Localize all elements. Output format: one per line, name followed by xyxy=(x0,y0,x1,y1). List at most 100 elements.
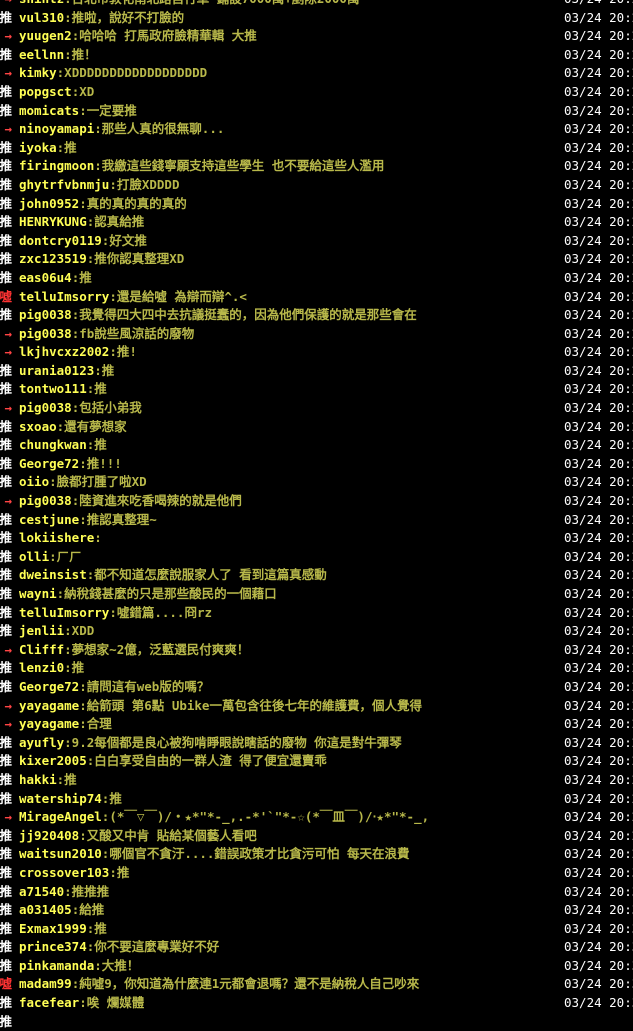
comment-username: pig0038 xyxy=(19,493,72,509)
comment-username: vul310 xyxy=(19,9,65,25)
comment-text: :臉都打腫了啦XD xyxy=(49,474,147,490)
comment-line: jenlii:XDD xyxy=(19,622,94,641)
comment-username: kixer2005 xyxy=(19,753,87,769)
comment-text: :推!!! xyxy=(79,455,122,471)
comment-timestamp: 03/24 20:2 xyxy=(564,381,633,397)
comment-timestamp: 03/24 20:2 xyxy=(564,307,633,323)
comment-timestamp: 03/24 20:2 xyxy=(564,139,633,155)
comment-line: Exmax1999:推 xyxy=(19,920,107,939)
comment-text: :ㄏㄏ xyxy=(49,548,82,564)
comment-timestamp: 03/24 20:2 xyxy=(564,846,633,862)
comment-timestamp: 03/24 20:2 xyxy=(564,121,633,137)
comment-timestamp: 03/24 20:2 xyxy=(564,195,633,211)
comment-timestamp: 03/24 20:3 xyxy=(564,995,633,1011)
comment-timestamp: 03/24 20:3 xyxy=(564,957,633,973)
comment-line: tontwo111:推 xyxy=(19,380,107,399)
comment-line: yayagame:給箭頭 第6點 Ubike一萬包含往後七年的維護費，個人覺得 xyxy=(19,697,422,716)
comment-line: George72:推!!! xyxy=(19,455,122,474)
comment-row: 推 a71540:推推推 03/24 20:3 xyxy=(0,883,633,902)
comment-text: :給推 xyxy=(71,902,105,918)
comment-line: lenzi0:推 xyxy=(19,659,84,678)
comment-line: a031405:給推 xyxy=(19,901,104,920)
arrow-tag: → xyxy=(4,697,12,713)
comment-username: dweinsist xyxy=(19,567,87,583)
comment-row: 推 olli:ㄏㄏ 03/24 20:2 xyxy=(0,548,633,567)
comment-username: wayni xyxy=(19,586,57,601)
arrow-tag: → xyxy=(4,325,12,341)
comment-timestamp: 03/24 20:2 xyxy=(564,325,633,341)
comment-row: 推 pig0038:我覺得四大四中去抗議挺蠢的，因為他們保護的就是那些會在 03/2… xyxy=(0,306,633,325)
comment-row: 推 prince374:你不要這麼專業好不好 03/24 20:3 xyxy=(0,938,633,957)
push-tag: 推 xyxy=(0,827,12,843)
comment-username: zxc123519 xyxy=(19,251,87,267)
arrow-tag: → xyxy=(4,400,12,416)
comment-text: :夢想家~2億，泛藍選民付爽爽！ xyxy=(64,641,250,657)
comment-username: popgsct xyxy=(19,83,72,99)
comment-text: :推 xyxy=(94,362,115,378)
comment-text: :還是給噓 為辯而辯^.< xyxy=(109,288,247,304)
push-tag: 推 xyxy=(0,102,12,118)
comment-timestamp: 03/24 20:3 xyxy=(564,976,633,992)
boo-tag: 噓 xyxy=(0,288,12,304)
comment-text: :推 xyxy=(56,139,77,155)
comment-timestamp: 03/24 20:2 xyxy=(564,641,633,657)
comment-username: madam99 xyxy=(19,976,72,992)
comment-text: :請問這有web版的嗎？ xyxy=(79,678,210,694)
comment-line: momicats:一定要推 xyxy=(19,102,137,121)
comment-text: :陸資進來吃香喝辣的就是他們 xyxy=(71,493,242,509)
comment-line: shintz:台北市敦化南北路自行車 鋪設7000萬+剷除2000萬 xyxy=(19,0,359,9)
comment-timestamp: 03/24 20:2 xyxy=(564,716,633,732)
comment-line: telluImsorry:噓錯篇....冏rz xyxy=(19,604,212,623)
comment-text: :推 xyxy=(109,864,130,880)
comment-timestamp: 03/24 20:2 xyxy=(564,65,633,81)
arrow-tag: → xyxy=(4,65,12,81)
comment-line: vul310:推啦，說好不打臉的 xyxy=(19,9,184,28)
comment-row: 推 pinkamanda:大推！ 03/24 20:3 xyxy=(0,957,633,976)
comment-row: → pig0038:fb說些風涼話的廢物 03/24 20:2 xyxy=(0,325,633,344)
push-tag: 推 xyxy=(0,846,12,862)
push-tag: 推 xyxy=(0,678,12,694)
comment-username: pig0038 xyxy=(19,307,72,323)
comment-line: prince374:你不要這麼專業好不好 xyxy=(19,938,219,957)
push-tag: 推 xyxy=(0,139,12,155)
comment-row: 噓 telluImsorry:還是給噓 為辯而辯^.< 03/24 20:2 xyxy=(0,288,633,307)
comment-line: waitsun2010:哪個官不貪汙....錯誤政策才比貪污可怕 每天在浪費 xyxy=(19,845,409,864)
push-tag: 推 xyxy=(0,269,12,285)
comment-timestamp: 03/24 20:2 xyxy=(564,455,633,471)
comment-username: hakki xyxy=(19,771,57,787)
comment-row: 推 urania0123:推 03/24 20:2 xyxy=(0,362,633,381)
comment-text: :XDD xyxy=(64,623,95,639)
comment-username: jenlii xyxy=(19,623,65,639)
comment-username: yayagame xyxy=(19,697,80,713)
push-tag: 推 xyxy=(0,753,12,769)
comment-timestamp: 03/24 20:3 xyxy=(564,939,633,955)
comment-username: yayagame xyxy=(19,716,80,732)
comment-line: jj920408:又酸又中肯 貼給某個藝人看吧 xyxy=(19,827,257,846)
comment-timestamp: 03/24 20:2 xyxy=(564,511,633,527)
comment-text: :又酸又中肯 貼給某個藝人看吧 xyxy=(79,827,257,843)
comment-timestamp: 03/24 20:3 xyxy=(564,864,633,880)
comment-row: 推 jenlii:XDD 03/24 20:2 xyxy=(0,622,633,641)
comment-username: firingmoon xyxy=(19,158,95,174)
comment-timestamp: 03/24 20:2 xyxy=(564,9,633,25)
comment-row: 推 xyxy=(0,1013,633,1031)
comment-row: 推 kixer2005:白白享受自由的一群人渣 得了便宜還賣乖 03/24 20:2 xyxy=(0,752,633,771)
comment-row: 推 cestjune:推認真整理~ 03/24 20:2 xyxy=(0,511,633,530)
comment-username: lenzi0 xyxy=(19,660,65,676)
comment-text: :XDDDDDDDDDDDDDDDDDD xyxy=(56,65,208,81)
arrow-tag: → xyxy=(0,0,12,9)
arrow-tag: → xyxy=(4,344,12,360)
comment-username: lokiishere xyxy=(19,530,95,546)
comment-row: → pig0038:包括小弟我 03/24 20:2 xyxy=(0,399,633,418)
comment-row: 推 eas06u4:推 03/24 20:2 xyxy=(0,269,633,288)
comment-username: ghytrfvbnmju xyxy=(19,176,110,192)
comment-text: :推你認真整理XD xyxy=(86,251,185,267)
comment-timestamp: 03/24 20:2 xyxy=(564,46,633,62)
comment-line: pig0038:fb說些風涼話的廢物 xyxy=(19,325,194,344)
push-tag: 推 xyxy=(0,158,12,174)
comment-line: hakki:推 xyxy=(19,771,77,790)
comment-timestamp: 03/24 20:2 xyxy=(564,28,633,44)
push-tag: 推 xyxy=(0,995,12,1011)
comment-row: → yayagame:給箭頭 第6點 Ubike一萬包含往後七年的維護費，個人覺得… xyxy=(0,697,633,716)
comment-line: chungkwan:推 xyxy=(19,436,107,455)
